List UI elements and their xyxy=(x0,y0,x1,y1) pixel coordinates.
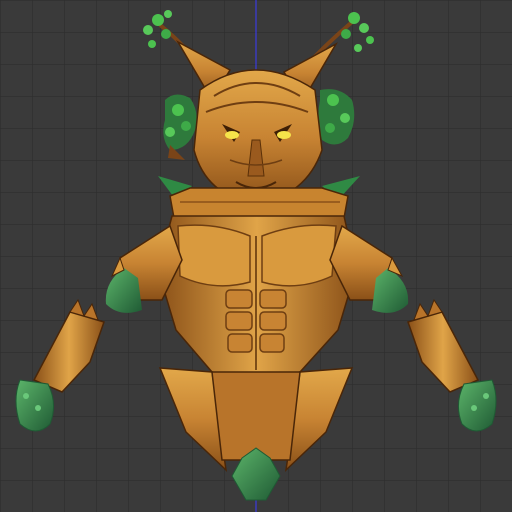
viewport-canvas[interactable] xyxy=(0,0,512,512)
eye-right-icon xyxy=(277,131,291,139)
3d-viewport[interactable] xyxy=(0,0,512,512)
eye-left-icon xyxy=(225,131,239,139)
foliage-right xyxy=(318,89,355,145)
neck-collar xyxy=(169,187,349,219)
